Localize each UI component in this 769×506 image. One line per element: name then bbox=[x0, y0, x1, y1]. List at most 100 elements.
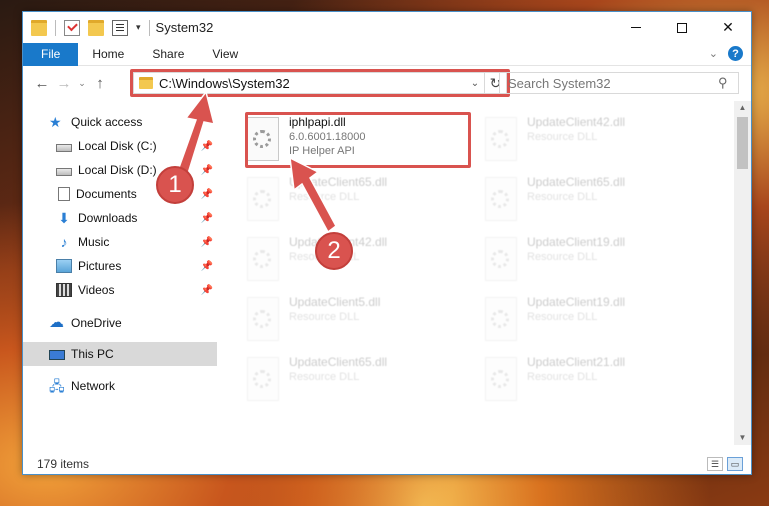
sidebar-item-this-pc[interactable]: This PC bbox=[23, 342, 217, 366]
forward-button[interactable]: → bbox=[53, 75, 75, 92]
sidebar-item-label: Quick access bbox=[71, 115, 143, 129]
back-button[interactable]: ← bbox=[31, 75, 53, 92]
scroll-up-icon[interactable]: ▲ bbox=[734, 101, 751, 115]
up-button[interactable]: ↑ bbox=[89, 75, 111, 92]
file-item[interactable]: UpdateClient21.dll Resource DLL bbox=[475, 353, 705, 413]
sidebar-item-network[interactable]: 🖧 Network bbox=[23, 374, 217, 398]
pin-icon: 📌 bbox=[200, 260, 213, 272]
gear-icon bbox=[491, 370, 509, 388]
file-name: UpdateClient19.dll bbox=[527, 235, 626, 249]
file-item[interactable]: UpdateClient42.dll Resource DLL bbox=[475, 113, 705, 173]
dll-file-icon bbox=[247, 237, 279, 281]
sidebar-item-label: Music bbox=[78, 235, 110, 249]
maximize-icon bbox=[677, 22, 687, 33]
gear-icon bbox=[491, 130, 509, 148]
maximize-button[interactable] bbox=[659, 12, 705, 43]
gear-icon bbox=[491, 190, 509, 208]
drive-icon bbox=[56, 143, 72, 152]
music-icon: ♪ bbox=[60, 234, 68, 250]
pictures-icon bbox=[56, 259, 72, 273]
gear-icon bbox=[253, 370, 271, 388]
file-item[interactable]: UpdateClient65.dll Resource DLL bbox=[237, 173, 467, 233]
tab-share[interactable]: Share bbox=[138, 43, 198, 66]
sidebar-item-quick-access[interactable]: ★ Quick access bbox=[23, 110, 217, 134]
step-1-badge: 1 bbox=[156, 166, 194, 204]
sidebar-item-onedrive[interactable]: ☁ OneDrive bbox=[23, 311, 217, 335]
pc-icon bbox=[49, 350, 65, 360]
expand-ribbon-icon[interactable]: ⌄ bbox=[709, 47, 718, 60]
help-icon[interactable]: ? bbox=[728, 46, 743, 61]
sidebar-item-label: Local Disk (C:) bbox=[78, 139, 157, 153]
scroll-down-icon[interactable]: ▼ bbox=[734, 431, 751, 445]
window-title: System32 bbox=[155, 20, 214, 35]
search-input[interactable]: Search System32 bbox=[500, 76, 718, 91]
tab-view[interactable]: View bbox=[198, 43, 252, 66]
folder-icon bbox=[31, 19, 47, 36]
large-icons-view-icon[interactable]: ▭ bbox=[727, 457, 743, 471]
file-item[interactable]: UpdateClient19.dll Resource DLL bbox=[475, 233, 705, 293]
file-name: UpdateClient42.dll bbox=[527, 115, 626, 129]
gear-icon bbox=[491, 310, 509, 328]
file-item[interactable]: UpdateClient5.dll Resource DLL bbox=[237, 293, 467, 353]
file-name: UpdateClient65.dll bbox=[527, 175, 626, 189]
file-name: UpdateClient5.dll bbox=[289, 295, 381, 309]
star-icon: ★ bbox=[49, 114, 62, 130]
file-description: Resource DLL bbox=[289, 371, 360, 383]
tab-file[interactable]: File bbox=[23, 42, 79, 66]
sidebar-item-local-disk-c[interactable]: Local Disk (C:) 📌 bbox=[23, 134, 217, 158]
new-folder-icon[interactable] bbox=[88, 19, 104, 36]
sidebar-item-label: OneDrive bbox=[71, 316, 122, 330]
navigation-bar: ← → ⌄ ↑ C:\Windows\System32 ⌄ ↻ Search S… bbox=[23, 66, 751, 101]
file-highlight-box bbox=[245, 112, 471, 168]
file-item[interactable]: UpdateClient65.dll Resource DLL bbox=[475, 173, 705, 233]
download-icon: ⬇ bbox=[58, 210, 70, 226]
sidebar-item-downloads[interactable]: ⬇ Downloads 📌 bbox=[23, 206, 217, 230]
customize-dropdown-icon[interactable]: ▾ bbox=[136, 22, 141, 33]
vertical-scrollbar[interactable]: ▲ ▼ bbox=[734, 101, 751, 445]
sidebar-item-pictures[interactable]: Pictures 📌 bbox=[23, 254, 217, 278]
drive-icon bbox=[56, 167, 72, 176]
file-item[interactable]: UpdateClient19.dll Resource DLL bbox=[475, 293, 705, 353]
title-bar: ▾ System32 ✕ bbox=[23, 12, 751, 43]
ribbon-right: ⌄ ? bbox=[709, 46, 743, 61]
sidebar-item-label: Documents bbox=[76, 187, 137, 201]
pin-icon: 📌 bbox=[200, 284, 213, 296]
file-description: Resource DLL bbox=[527, 191, 598, 203]
step-2-badge: 2 bbox=[315, 232, 353, 270]
tab-home[interactable]: Home bbox=[78, 43, 138, 66]
dll-file-icon bbox=[485, 177, 517, 221]
gear-icon bbox=[491, 250, 509, 268]
file-item[interactable]: UpdateClient42.dll Resource DLL bbox=[237, 233, 467, 293]
file-name: UpdateClient19.dll bbox=[527, 295, 626, 309]
recent-locations-button[interactable]: ⌄ bbox=[75, 78, 89, 89]
pin-icon: 📌 bbox=[200, 212, 213, 224]
file-name: UpdateClient65.dll bbox=[289, 175, 388, 189]
details-view-icon[interactable]: ☰ bbox=[707, 457, 723, 471]
divider bbox=[55, 19, 56, 36]
file-description: Resource DLL bbox=[527, 251, 598, 263]
sidebar-item-label: Pictures bbox=[78, 259, 122, 273]
dll-file-icon bbox=[485, 117, 517, 161]
file-description: Resource DLL bbox=[289, 191, 360, 203]
dll-file-icon bbox=[247, 297, 279, 341]
properties-icon[interactable] bbox=[112, 19, 128, 36]
file-description: Resource DLL bbox=[527, 371, 598, 383]
search-box[interactable]: Search System32 ⚲ bbox=[499, 72, 739, 94]
dll-file-icon bbox=[485, 357, 517, 401]
close-button[interactable]: ✕ bbox=[705, 12, 751, 43]
network-icon: 🖧 bbox=[49, 378, 65, 394]
cloud-icon: ☁ bbox=[49, 314, 64, 331]
pin-icon: 📌 bbox=[200, 236, 213, 248]
properties-check-icon[interactable] bbox=[64, 19, 80, 36]
file-description: Resource DLL bbox=[527, 311, 598, 323]
search-icon[interactable]: ⚲ bbox=[718, 75, 738, 91]
file-item[interactable]: UpdateClient65.dll Resource DLL bbox=[237, 353, 467, 413]
scrollbar-thumb[interactable] bbox=[737, 117, 748, 169]
item-count: 179 items bbox=[37, 457, 90, 471]
sidebar-item-label: Downloads bbox=[78, 211, 138, 225]
sidebar-item-music[interactable]: ♪ Music 📌 bbox=[23, 230, 217, 254]
sidebar-item-videos[interactable]: Videos 📌 bbox=[23, 278, 217, 302]
close-icon: ✕ bbox=[722, 19, 734, 35]
minimize-button[interactable] bbox=[613, 12, 659, 43]
dll-file-icon bbox=[485, 237, 517, 281]
